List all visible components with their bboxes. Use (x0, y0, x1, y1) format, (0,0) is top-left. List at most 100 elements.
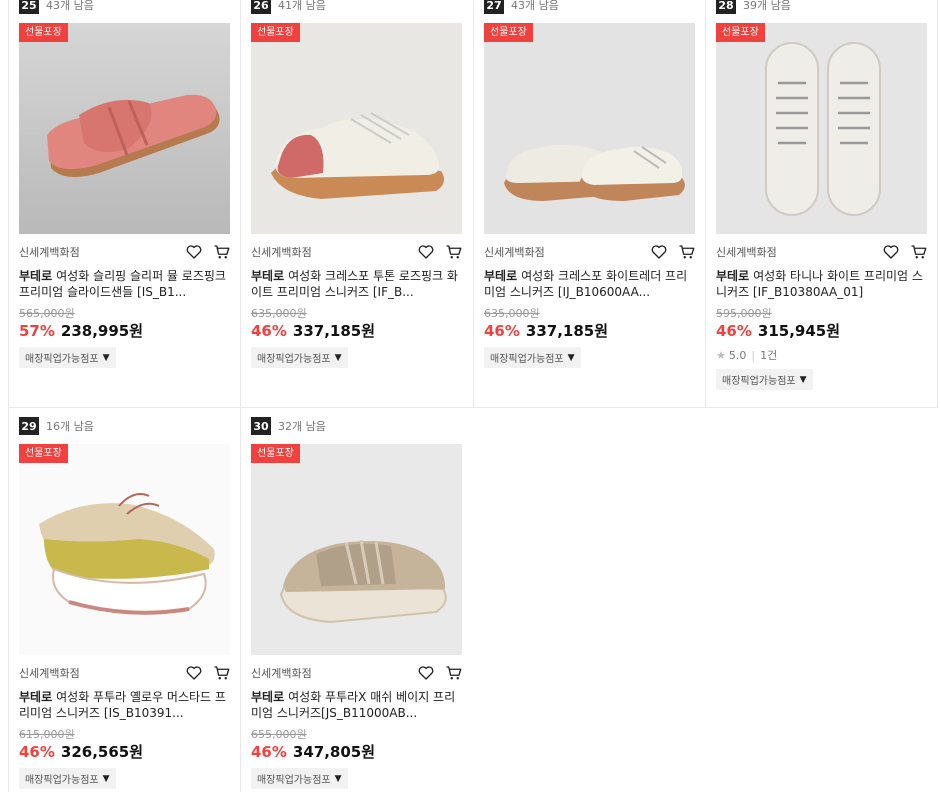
caret-down-icon: ▼ (334, 352, 342, 363)
product-image[interactable]: 선물포장 (716, 23, 927, 234)
caret-down-icon: ▼ (102, 352, 110, 363)
cart-icon[interactable] (213, 243, 231, 261)
sale-price: 326,565원 (60, 743, 144, 761)
heart-icon[interactable] (417, 243, 435, 261)
original-price: 595,000원 (716, 307, 772, 320)
original-price: 635,000원 (251, 307, 307, 320)
rank-badge: 30 (251, 417, 271, 435)
rank-badge: 26 (251, 0, 271, 14)
heart-icon[interactable] (185, 243, 203, 261)
product-image[interactable]: 선물포장 (19, 23, 230, 234)
product-name[interactable]: 부테로 여성화 푸투라 옐로우 머스타드 프리미엄 스니커즈 [IS_B10391… (19, 689, 231, 721)
sale-price: 315,945원 (757, 322, 841, 340)
rank-badge: 27 (484, 0, 504, 14)
sale-price: 337,185원 (292, 322, 376, 340)
product-image[interactable]: 선물포장 (19, 444, 230, 655)
caret-down-icon: ▼ (334, 773, 342, 784)
product-card[interactable]: 25 43개 남음 선물포장 신세계백화점 부테로 여성화 슬리핑 슬리퍼 뮬 로즈… (19, 0, 231, 368)
caret-down-icon: ▼ (799, 374, 807, 385)
rank-badge: 29 (19, 417, 39, 435)
store-pickup-dropdown[interactable]: 매장픽업가능점포 ▼ (716, 369, 813, 390)
review-count: 1건 (760, 349, 778, 362)
original-price: 615,000원 (19, 728, 75, 741)
brand-name: 부테로 (484, 269, 518, 283)
rank-badge: 25 (19, 0, 39, 14)
store-pickup-dropdown[interactable]: 매장픽업가능점포 ▼ (19, 347, 116, 368)
discount-rate: 46% (484, 322, 520, 340)
heart-icon[interactable] (185, 664, 203, 682)
divider (937, 0, 938, 407)
cart-icon[interactable] (445, 243, 463, 261)
star-icon: ★ (716, 348, 726, 362)
cart-icon[interactable] (910, 243, 928, 261)
product-card[interactable]: 29 16개 남음 선물포장 신세계백화점 부테로 여성화 푸투라 옐로우 머스타드… (19, 417, 231, 789)
discount-rate: 46% (716, 322, 752, 340)
product-image[interactable]: 선물포장 (251, 444, 462, 655)
product-card[interactable]: 28 39개 남음 선물포장 신세계백화점 부테로 여성화 타니나 화이트 프리미엄… (716, 0, 928, 390)
product-name[interactable]: 부테로 여성화 타니나 화이트 프리미엄 스니커즈 [IF_B10380AA_01… (716, 268, 928, 300)
divider (240, 0, 241, 792)
brand-name: 부테로 (716, 269, 750, 283)
divider (8, 0, 9, 792)
brand-name: 부테로 (19, 269, 53, 283)
store-name: 신세계백화점 (484, 246, 545, 259)
divider (8, 407, 938, 408)
original-price: 655,000원 (251, 728, 307, 741)
divider (705, 0, 706, 407)
product-name[interactable]: 부테로 여성화 푸투라X 매쉬 베이지 프리미엄 스니커즈[JS_B11000AB… (251, 689, 463, 721)
gift-wrap-badge: 선물포장 (251, 23, 300, 42)
product-grid: 25 43개 남음 선물포장 신세계백화점 부테로 여성화 슬리핑 슬리퍼 뮬 로즈… (0, 0, 941, 792)
cart-icon[interactable] (213, 664, 231, 682)
gift-wrap-badge: 선물포장 (484, 23, 533, 42)
product-name[interactable]: 부테로 여성화 슬리핑 슬리퍼 뮬 로즈핑크 프리미엄 슬라이드샌들 [IS_B1… (19, 268, 231, 300)
discount-rate: 46% (19, 743, 55, 761)
store-pickup-dropdown[interactable]: 매장픽업가능점포 ▼ (251, 768, 348, 789)
product-card[interactable]: 26 41개 남음 선물포장 신세계백화점 부테로 여성화 크레스포 투톤 로즈핑크… (251, 0, 463, 368)
original-price: 635,000원 (484, 307, 540, 320)
discount-rate: 46% (251, 743, 287, 761)
brand-name: 부테로 (251, 269, 285, 283)
stock-remaining: 32개 남음 (278, 420, 326, 433)
store-pickup-dropdown[interactable]: 매장픽업가능점포 ▼ (484, 347, 581, 368)
divider (473, 0, 474, 407)
heart-icon[interactable] (882, 243, 900, 261)
stock-remaining: 43개 남음 (511, 0, 559, 12)
gift-wrap-badge: 선물포장 (19, 23, 68, 42)
rating: ★ 5.0 | 1건 (716, 347, 928, 363)
discount-rate: 46% (251, 322, 287, 340)
stock-remaining: 16개 남음 (46, 420, 94, 433)
store-name: 신세계백화점 (19, 246, 80, 259)
product-card[interactable]: 27 43개 남음 선물포장 신세계백화점 부테로 여성화 크레스포 화이트레더 프… (484, 0, 696, 368)
gift-wrap-badge: 선물포장 (716, 23, 765, 42)
brand-name: 부테로 (19, 690, 53, 704)
caret-down-icon: ▼ (567, 352, 575, 363)
product-name[interactable]: 부테로 여성화 크레스포 화이트레더 프리미엄 스니커즈 [IJ_B10600AA… (484, 268, 696, 300)
rating-score: 5.0 (728, 348, 747, 362)
product-image[interactable]: 선물포장 (484, 23, 695, 234)
heart-icon[interactable] (650, 243, 668, 261)
stock-remaining: 41개 남음 (278, 0, 326, 12)
caret-down-icon: ▼ (102, 773, 110, 784)
rank-badge: 28 (716, 0, 736, 14)
stock-remaining: 43개 남음 (46, 0, 94, 12)
separator: | (751, 348, 756, 362)
product-name[interactable]: 부테로 여성화 크레스포 투톤 로즈핑크 화이트 프리미엄 스니커즈 [IF_B.… (251, 268, 463, 300)
store-name: 신세계백화점 (251, 667, 312, 680)
gift-wrap-badge: 선물포장 (251, 444, 300, 463)
sale-price: 347,805원 (292, 743, 376, 761)
sale-price: 238,995원 (60, 322, 144, 340)
store-name: 신세계백화점 (716, 246, 777, 259)
store-name: 신세계백화점 (251, 246, 312, 259)
cart-icon[interactable] (678, 243, 696, 261)
store-pickup-dropdown[interactable]: 매장픽업가능점포 ▼ (19, 768, 116, 789)
heart-icon[interactable] (417, 664, 435, 682)
brand-name: 부테로 (251, 690, 285, 704)
product-image[interactable]: 선물포장 (251, 23, 462, 234)
discount-rate: 57% (19, 322, 55, 340)
store-pickup-dropdown[interactable]: 매장픽업가능점포 ▼ (251, 347, 348, 368)
product-card[interactable]: 30 32개 남음 선물포장 신세계백화점 부테로 여성화 푸투라X 매쉬 베이지 … (251, 417, 463, 789)
cart-icon[interactable] (445, 664, 463, 682)
stock-remaining: 39개 남음 (743, 0, 791, 12)
original-price: 565,000원 (19, 307, 75, 320)
sale-price: 337,185원 (525, 322, 609, 340)
